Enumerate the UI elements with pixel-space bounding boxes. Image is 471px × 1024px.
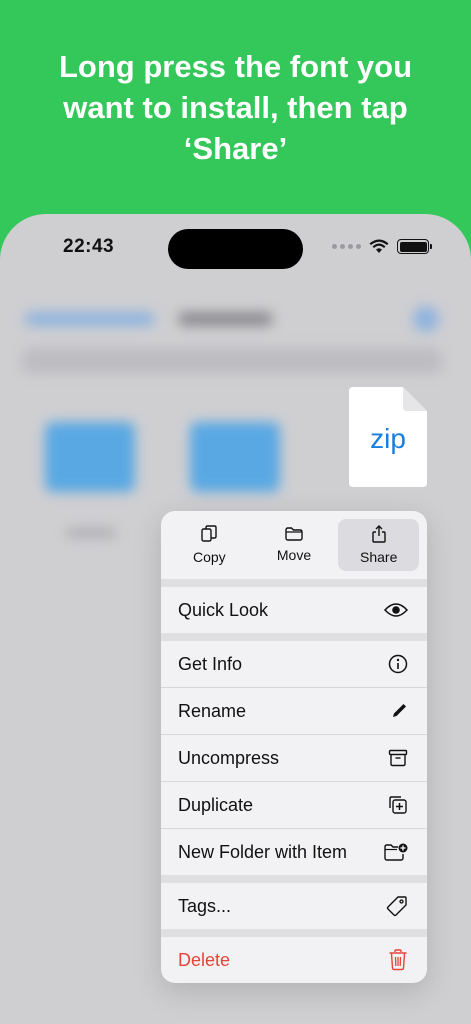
menu-item-rename[interactable]: Rename (161, 688, 427, 734)
blurred-more-button (413, 306, 439, 332)
zip-file-label: zip (370, 423, 406, 454)
battery-icon (397, 239, 432, 254)
menu-item-uncompress[interactable]: Uncompress (161, 735, 427, 781)
menu-item-tags[interactable]: Tags... (161, 883, 427, 929)
menu-item-quick-look[interactable]: Quick Look (161, 587, 427, 633)
archive-box-icon (388, 749, 408, 767)
share-button[interactable]: Share (338, 519, 420, 571)
share-icon (371, 525, 386, 543)
instruction-headline: Long press the font you want to install,… (58, 49, 413, 166)
duplicate-label: Duplicate (178, 794, 254, 815)
move-button[interactable]: Move (254, 519, 335, 571)
eye-icon (384, 603, 408, 617)
blurred-title (178, 312, 273, 326)
tags-label: Tags... (178, 895, 232, 916)
copy-label: Copy (192, 549, 226, 565)
cellular-signal-icon (332, 244, 361, 249)
blurred-folder-label (66, 529, 116, 537)
blurred-folder (190, 422, 280, 492)
blurred-back-button (25, 312, 155, 326)
wifi-icon (369, 239, 389, 253)
status-time: 22:43 (63, 236, 115, 257)
trash-icon (389, 949, 407, 971)
menu-item-delete[interactable]: Delete (161, 937, 427, 983)
status-icons (332, 239, 432, 254)
info-icon (388, 654, 408, 674)
section-separator (161, 633, 427, 641)
rename-label: Rename (178, 700, 247, 721)
menu-item-new-folder-with-item[interactable]: New Folder with Item (161, 829, 427, 875)
zip-file-icon[interactable]: zip (349, 387, 427, 487)
quick-actions-row: Copy Move Share (161, 511, 427, 579)
quick-look-label: Quick Look (178, 599, 269, 620)
delete-label: Delete (178, 949, 231, 970)
copy-button[interactable]: Copy (169, 519, 250, 571)
pencil-icon (393, 704, 406, 717)
share-label: Share (360, 549, 398, 565)
section-separator (161, 875, 427, 883)
dynamic-island (168, 229, 303, 269)
get-info-label: Get Info (178, 653, 243, 674)
new-folder-with-item-label: New Folder with Item (178, 841, 348, 862)
uncompress-label: Uncompress (178, 747, 280, 768)
tag-icon (386, 896, 407, 917)
menu-item-duplicate[interactable]: Duplicate (161, 782, 427, 828)
blurred-folder (45, 422, 135, 492)
folder-badge-plus-icon (384, 843, 408, 861)
section-separator (161, 929, 427, 937)
move-label: Move (276, 547, 312, 563)
menu-item-get-info[interactable]: Get Info (161, 641, 427, 687)
blurred-search-bar (22, 348, 442, 374)
section-separator (161, 579, 427, 587)
folder-icon (285, 527, 303, 541)
context-menu: Copy Move Share Quick Look Get Info Rena… (161, 511, 427, 983)
copy-icon (201, 525, 218, 542)
duplicate-icon (389, 796, 407, 814)
